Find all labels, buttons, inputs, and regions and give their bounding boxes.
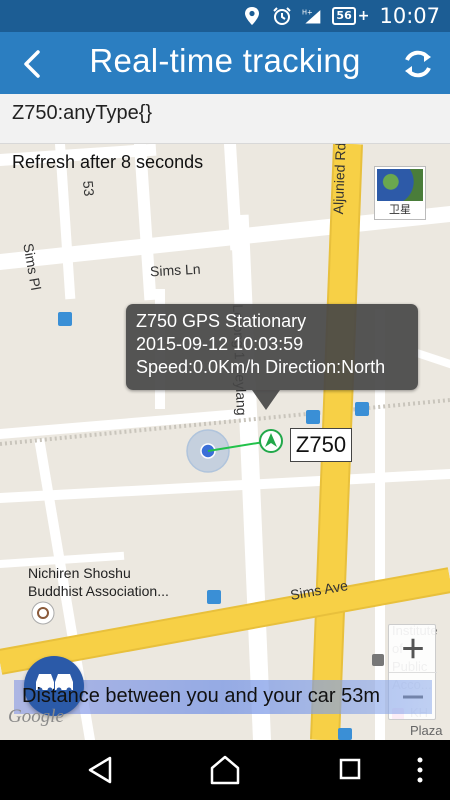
info-bubble-pointer [252,390,280,410]
nav-recents-icon[interactable] [330,752,370,788]
distance-text: Distance between you and your car 53m [22,685,380,707]
signal-hplus-icon: H+ [302,8,321,24]
poi-nichiren: Nichiren Shoshu Buddhist Association... [28,564,169,600]
satellite-label: 卫星 [389,203,411,216]
road-label-sims-ln: Sims Ln [149,260,201,280]
road-label-53: 53 [80,180,98,197]
location-icon [245,7,260,25]
device-label: Z750:anyType{} [12,102,153,124]
nav-back-icon[interactable] [80,752,120,788]
svg-text:H+: H+ [302,8,313,16]
zoom-in-button[interactable] [389,625,437,673]
nav-menu-icon[interactable] [405,752,435,788]
page-title: Real-time tracking [89,42,361,79]
car-marker-label[interactable]: Z750 [290,428,352,462]
info-speed-direction: Speed:0.0Km/h Direction:North [136,357,386,377]
poi-nichiren-line1: Nichiren Shoshu [28,565,131,581]
battery-icon: 56 + [332,7,369,25]
google-logo: Google [8,706,64,727]
refresh-icon[interactable] [398,44,438,84]
nav-home-icon[interactable] [205,752,245,788]
device-row: Z750:anyType{} [0,94,450,144]
app-bar: Real-time tracking [0,32,450,94]
battery-level: 56 [332,7,356,25]
info-timestamp: 2015-09-12 10:03:59 [136,334,304,354]
map-view[interactable]: Refresh after 8 seconds 卫星 Aljunied Rd S… [0,144,450,740]
battery-charging-icon: + [357,8,370,24]
status-bar: H+ 56 + 10:07 [0,0,450,32]
satellite-toggle-button[interactable]: 卫星 [374,166,426,220]
road-label-aljunied: Aljunied Rd [330,144,349,215]
map-roads [0,144,450,740]
status-time: 10:07 [379,4,440,28]
poi-nichiren-line2: Buddhist Association... [28,583,169,599]
satellite-thumbnail [377,169,423,201]
alarm-icon [273,7,292,25]
info-status: Z750 GPS Stationary [136,311,307,331]
info-bubble[interactable]: Z750 GPS Stationary 2015-09-12 10:03:59 … [126,304,418,390]
refresh-countdown: Refresh after 8 seconds [12,152,204,172]
navigation-bar [0,740,450,800]
